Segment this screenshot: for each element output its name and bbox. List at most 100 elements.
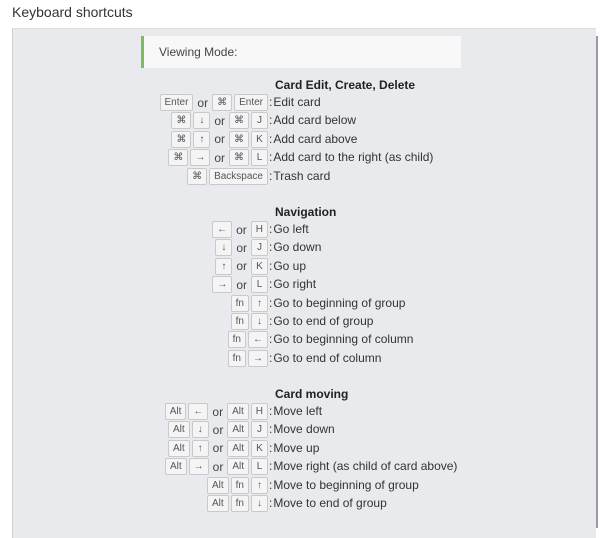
page-title: Keyboard shortcuts [12,4,133,20]
description-text: Go to end of column [273,350,382,365]
key-cap: H [250,403,268,420]
shortcut-row: fn →:Go to end of column [0,349,600,367]
key-cap: ← [248,331,268,349]
shortcut-row: ↓ or J:Go down [0,239,600,257]
or-separator: or [212,459,224,474]
shortcut-description: :Go up [269,258,306,275]
key-cap: Alt [227,421,249,439]
shortcut-description: :Trash card [269,168,330,185]
shortcut-description: :Go to beginning of group [269,295,405,312]
or-separator: or [236,277,247,292]
description-text: Go right [273,277,317,292]
shortcut-description: :Go left [269,221,309,238]
key-cap: ← [188,403,209,420]
or-separator: or [214,132,225,147]
colon-separator: : [269,459,273,474]
shortcut-row: Alt ← or Alt H:Move left [0,403,600,420]
key-cap: L [251,458,268,476]
shortcut-keys: fn → [227,349,268,367]
description-text: Move to end of group [273,496,387,510]
description-text: Add card above [273,131,358,146]
key-cap: H [250,221,268,238]
key-cap: ⌘ [229,130,249,148]
colon-separator: : [269,314,273,328]
key-cap: ⌘ [171,112,192,130]
shortcut-row: ← or H:Go left [0,221,600,238]
shortcut-description: :Edit card [269,94,321,111]
shortcut-description: :Go to end of column [269,350,381,367]
description-text: Go down [273,240,322,255]
key-cap: → [212,276,233,294]
shortcut-description: :Go to end of group [269,313,373,330]
shortcut-keys: ↓ or J [215,239,268,257]
viewing-mode-label: Viewing Mode: [159,45,238,59]
key-cap: ↑ [251,294,268,312]
shortcut-row: ↑ or K:Go up [0,257,600,275]
description-text: Move to beginning of group [273,477,419,492]
section-title: Card moving [275,387,349,401]
shortcut-row: Alt ↓ or Alt J:Move down [0,421,600,439]
colon-separator: : [269,95,273,109]
shortcut-keys: Alt ← or Alt H [164,403,268,420]
shortcut-keys: Enter or ⌘ Enter [159,94,268,111]
shortcut-row: Alt fn ↑:Move to beginning of group [0,476,600,494]
shortcut-keys: Alt fn ↑ [206,476,268,494]
colon-separator: : [269,404,273,418]
shortcut-keys: fn ↓ [230,313,268,330]
colon-separator: : [269,295,273,310]
description-text: Add card below [273,113,357,128]
key-cap: Alt [227,403,249,420]
shortcut-description: :Go right [269,276,316,293]
shortcut-row: Alt fn ↓:Move to end of group [0,495,600,512]
key-cap: → [190,149,211,167]
shortcut-description: :Move up [269,440,319,457]
shortcut-row: Alt → or Alt L:Move right (as child of card … [0,458,600,476]
shortcut-row: → or L:Go right [0,276,600,294]
section-title: Navigation [275,205,337,219]
or-separator: or [236,240,247,255]
colon-separator: : [269,222,273,236]
shortcut-description: :Move down [269,421,335,438]
key-cap: fn [227,349,246,367]
shortcut-description: :Move to end of group [269,495,387,512]
shortcut-row: Alt ↑ or Alt K:Move up [0,439,600,457]
or-separator: or [197,95,209,110]
shortcut-description: :Go to beginning of column [269,331,413,348]
key-cap: Alt [206,495,229,512]
description-text: Move right (as child of card above) [273,459,458,474]
colon-separator: : [269,168,273,183]
viewing-mode-box: Viewing Mode: [141,36,461,68]
key-cap: fn [230,313,249,330]
key-cap: K [251,439,268,457]
key-cap: ↓ [251,313,268,330]
section-title: Card Edit, Create, Delete [275,78,416,92]
or-separator: or [214,150,225,165]
description-text: Move up [273,440,320,455]
key-cap: ↓ [193,112,211,130]
or-separator: or [212,404,224,419]
shortcut-keys: Alt fn ↓ [206,495,268,512]
shortcut-description: :Add card to the right (as child) [269,149,433,166]
shortcut-keys: ⌘ Backspace [187,167,268,185]
key-cap: ↑ [193,130,211,148]
key-cap: fn [230,294,249,312]
key-cap: ↑ [191,439,209,457]
key-cap: ⌘ [187,167,208,185]
shortcut-keys: ↑ or K [215,257,268,275]
shortcut-keys: Alt → or Alt L [164,458,268,476]
shortcut-row: fn ←:Go to beginning of column [0,331,600,349]
colon-separator: : [269,240,273,255]
key-cap: J [251,239,268,257]
key-cap: fn [227,331,246,349]
description-text: Edit card [273,95,321,109]
key-cap: Alt [167,421,190,439]
key-cap: Enter [234,94,268,111]
colon-separator: : [269,477,273,492]
key-cap: Alt [167,439,190,457]
key-cap: ⌘ [229,149,249,167]
key-cap: K [251,130,268,148]
key-cap: Alt [206,476,229,494]
or-separator: or [236,259,247,274]
description-text: Go to beginning of group [273,295,406,310]
key-cap: → [248,349,268,367]
